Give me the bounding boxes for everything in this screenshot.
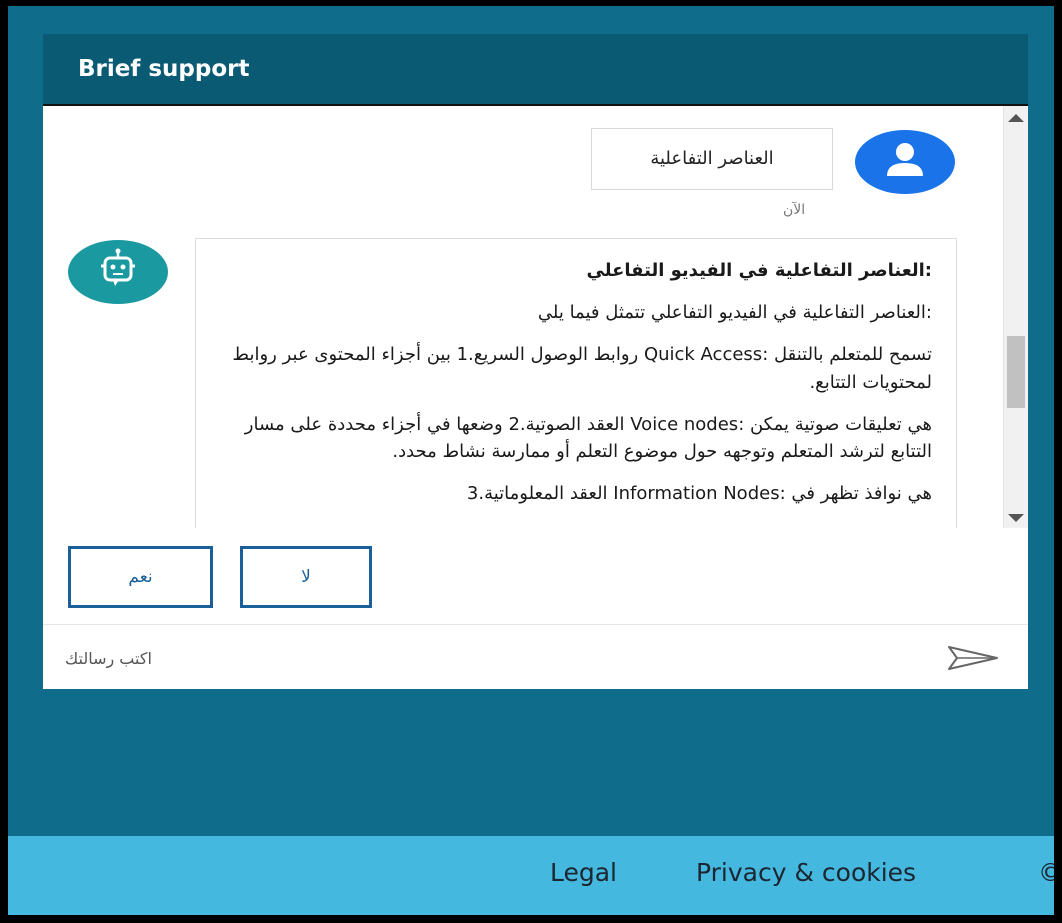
- scroll-down-icon[interactable]: [1008, 514, 1024, 522]
- bot-message-item: هي تعليقات صوتية يمكن :Voice nodes العقد…: [244, 413, 932, 463]
- scroll-thumb[interactable]: [1007, 336, 1025, 408]
- chat-title: Brief support: [78, 56, 250, 82]
- page-frame: Brief support العناصر التفاعلية الآن:ال…: [8, 6, 1054, 915]
- privacy-cookies-link[interactable]: Privacy & cookies: [696, 858, 916, 887]
- bot-message-item: تسمح للمتعلم بالتنقل :Quick Access روابط…: [232, 343, 932, 393]
- message-timestamp: الآن: [783, 202, 806, 218]
- yes-button[interactable]: نعم: [68, 546, 213, 608]
- send-icon[interactable]: [943, 641, 1003, 675]
- bot-avatar: [68, 240, 168, 304]
- no-button[interactable]: لا: [240, 546, 372, 608]
- transcript-scrollbar[interactable]: [1003, 106, 1028, 530]
- send-button[interactable]: [943, 641, 1003, 675]
- user-avatar: [855, 130, 955, 194]
- chat-transcript[interactable]: العناصر التفاعلية الآن :العناصر التفاعلي: [43, 104, 1028, 533]
- message-input[interactable]: [63, 639, 927, 677]
- robot-icon: [101, 248, 135, 286]
- person-icon: [887, 143, 923, 176]
- message-composer: [43, 625, 1028, 689]
- page-footer: Legal Privacy & cookies ©: [8, 836, 1054, 915]
- chat-header: Brief support: [43, 34, 1028, 104]
- user-message-bubble: العناصر التفاعلية: [591, 128, 833, 190]
- bot-message-title: :العناصر التفاعلية في الفيديو التفاعلي: [586, 260, 932, 281]
- bot-message-intro: :العناصر التفاعلية في الفيديو التفاعلي ت…: [537, 301, 932, 323]
- chat-widget: Brief support العناصر التفاعلية الآن:ال…: [43, 34, 1028, 689]
- copyright-text: ©: [1038, 858, 1054, 887]
- legal-link[interactable]: Legal: [550, 858, 617, 887]
- scroll-up-icon[interactable]: [1008, 114, 1024, 122]
- quick-replies: نعم لا: [43, 528, 1028, 625]
- bot-message-bubble: :العناصر التفاعلية في الفيديو التفاعلي :…: [195, 238, 957, 530]
- bot-message-item: هي نوافذ تظهر في :Information Nodes العق…: [466, 483, 932, 505]
